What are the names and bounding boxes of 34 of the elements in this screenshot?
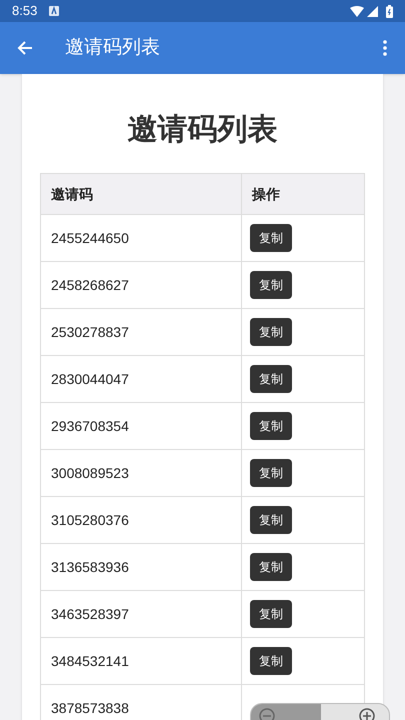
copy-button[interactable]: 复制 xyxy=(250,271,292,299)
code-cell: 3008089523 xyxy=(40,450,242,496)
copy-button[interactable]: 复制 xyxy=(250,600,292,628)
code-cell: 3136583936 xyxy=(40,544,242,590)
copy-button[interactable]: 复制 xyxy=(250,224,292,252)
more-icon xyxy=(383,40,387,56)
code-cell: 3105280376 xyxy=(40,496,242,544)
notification-icon xyxy=(49,6,60,16)
copy-button[interactable]: 复制 xyxy=(250,459,292,487)
battery-icon xyxy=(386,4,393,18)
status-time: 8:53 xyxy=(12,2,38,20)
column-header: 操作 xyxy=(242,174,364,214)
code-cell: 2936708354 xyxy=(40,402,242,450)
code-cell: 2455244650 xyxy=(40,214,242,262)
copy-button[interactable]: 复制 xyxy=(250,365,292,393)
copy-button[interactable]: 复制 xyxy=(250,553,292,581)
copy-button[interactable]: 复制 xyxy=(250,412,292,440)
code-cell: 3878573838 xyxy=(40,684,242,720)
code-cell: 3484532141 xyxy=(40,638,242,684)
code-cell: 2458268627 xyxy=(40,262,242,308)
code-cell: 2830044047 xyxy=(40,356,242,402)
code-cell: 3463528397 xyxy=(40,590,242,638)
copy-button[interactable]: 复制 xyxy=(250,506,292,534)
copy-button[interactable]: 复制 xyxy=(250,318,292,346)
copy-button[interactable]: 复制 xyxy=(250,647,292,675)
signal-icon xyxy=(367,6,378,16)
back-arrow-icon xyxy=(17,40,33,56)
app-bar-title: 邀请码列表 xyxy=(65,36,160,60)
column-header: 邀请码 xyxy=(40,174,242,214)
wifi-icon xyxy=(350,6,364,16)
page-heading: 邀请码列表 xyxy=(126,112,278,148)
minus-icon xyxy=(259,708,275,720)
plus-icon xyxy=(359,708,375,720)
code-cell: 2530278837 xyxy=(40,308,242,356)
